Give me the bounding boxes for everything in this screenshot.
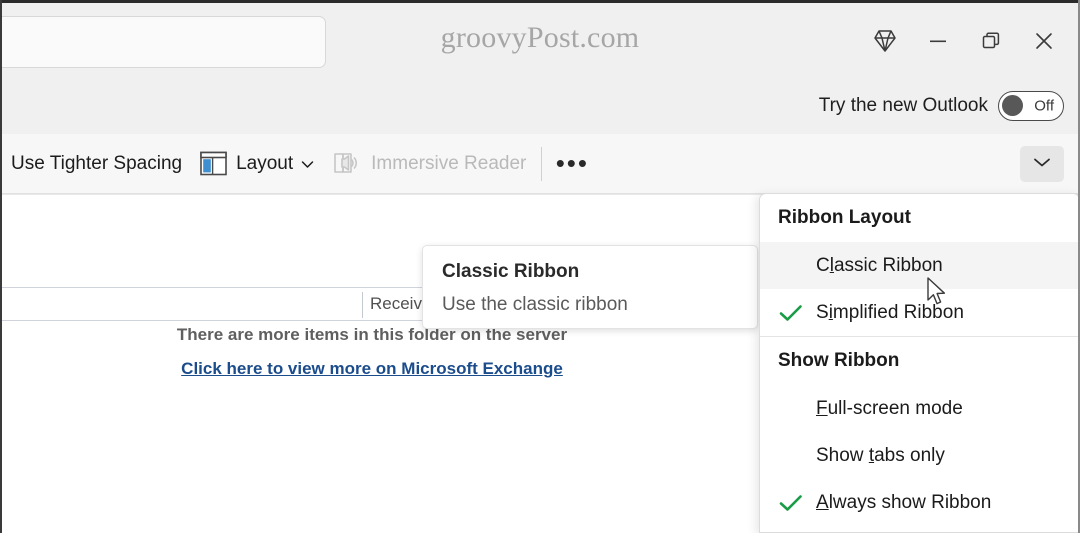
label-suffix: ull-screen mode	[827, 397, 963, 419]
tooltip-title: Classic Ribbon	[442, 261, 580, 282]
toggle-knob	[1002, 95, 1023, 116]
menu-item-classic-ribbon[interactable]: Classic Ribbon	[760, 242, 1078, 289]
menu-item-label: Classic Ribbon	[816, 255, 943, 277]
label-suffix: mplified Ribbon	[832, 301, 964, 323]
ribbon-toolbar: Use Tighter Spacing Layout Immersive Rea…	[2, 134, 1078, 194]
close-icon[interactable]	[1017, 15, 1070, 67]
immersive-reader-button[interactable]: Immersive Reader	[323, 143, 535, 185]
label-accelerator: A	[816, 491, 829, 513]
use-tighter-spacing-button[interactable]: Use Tighter Spacing	[2, 143, 191, 185]
label-suffix: abs only	[874, 444, 945, 466]
label-prefix: S	[816, 301, 829, 323]
try-new-outlook-label: Try the new Outlook	[818, 95, 988, 116]
label-prefix: Show	[816, 444, 869, 466]
use-tighter-spacing-label: Use Tighter Spacing	[11, 152, 183, 174]
label-suffix: lways show Ribbon	[828, 491, 992, 513]
toggle-state-label: Off	[1034, 97, 1054, 115]
outlook-window: groovyPost.com Try the new Outlook Off U…	[0, 0, 1080, 533]
label-accelerator: F	[816, 397, 828, 419]
menu-item-full-screen-mode[interactable]: Full-screen mode	[760, 385, 1078, 432]
chevron-down-icon	[1033, 155, 1051, 173]
menu-section-title-show-ribbon: Show Ribbon	[778, 350, 900, 371]
tooltip-description: Use the classic ribbon	[442, 294, 628, 315]
ribbon-display-menu: Ribbon Layout Classic Ribbon Simplified …	[759, 193, 1078, 533]
layout-icon	[200, 151, 227, 176]
classic-ribbon-tooltip: Classic Ribbon Use the classic ribbon	[422, 245, 758, 329]
menu-section-title-ribbon-layout: Ribbon Layout	[778, 207, 911, 228]
ribbon-display-options-button[interactable]	[1020, 145, 1064, 182]
view-more-on-exchange-link[interactable]: Click here to view more on Microsoft Exc…	[2, 359, 742, 379]
label-prefix: C	[816, 254, 830, 276]
layout-button[interactable]: Layout	[191, 143, 323, 185]
more-commands-button[interactable]: •••	[548, 143, 596, 185]
menu-item-label: Always show Ribbon	[816, 492, 991, 514]
title-bar: groovyPost.com	[2, 0, 1078, 78]
try-new-outlook-toggle[interactable]: Off	[998, 91, 1064, 121]
try-new-outlook-row: Try the new Outlook Off	[2, 78, 1078, 134]
menu-item-simplified-ribbon[interactable]: Simplified Ribbon	[760, 289, 1078, 336]
menu-item-label: Simplified Ribbon	[816, 302, 964, 324]
more-commands-label: •••	[555, 148, 590, 179]
menu-item-label: Show tabs only	[816, 445, 945, 467]
restore-icon[interactable]	[964, 15, 1017, 67]
check-icon	[778, 493, 816, 513]
layout-label: Layout	[236, 152, 294, 174]
check-icon	[778, 303, 816, 323]
chevron-down-icon	[301, 157, 314, 171]
minimize-icon[interactable]	[911, 15, 964, 67]
label-suffix: assic Ribbon	[833, 254, 943, 276]
column-divider[interactable]	[362, 292, 363, 318]
window-controls	[858, 15, 1070, 67]
immersive-reader-label: Immersive Reader	[371, 152, 527, 174]
menu-item-label: Full-screen mode	[816, 398, 963, 420]
diamond-icon[interactable]	[858, 15, 911, 67]
immersive-reader-icon	[332, 151, 362, 177]
ribbon-separator	[541, 146, 543, 181]
menu-item-always-show-ribbon[interactable]: Always show Ribbon	[760, 479, 1078, 526]
menu-item-show-tabs-only[interactable]: Show tabs only	[760, 432, 1078, 479]
